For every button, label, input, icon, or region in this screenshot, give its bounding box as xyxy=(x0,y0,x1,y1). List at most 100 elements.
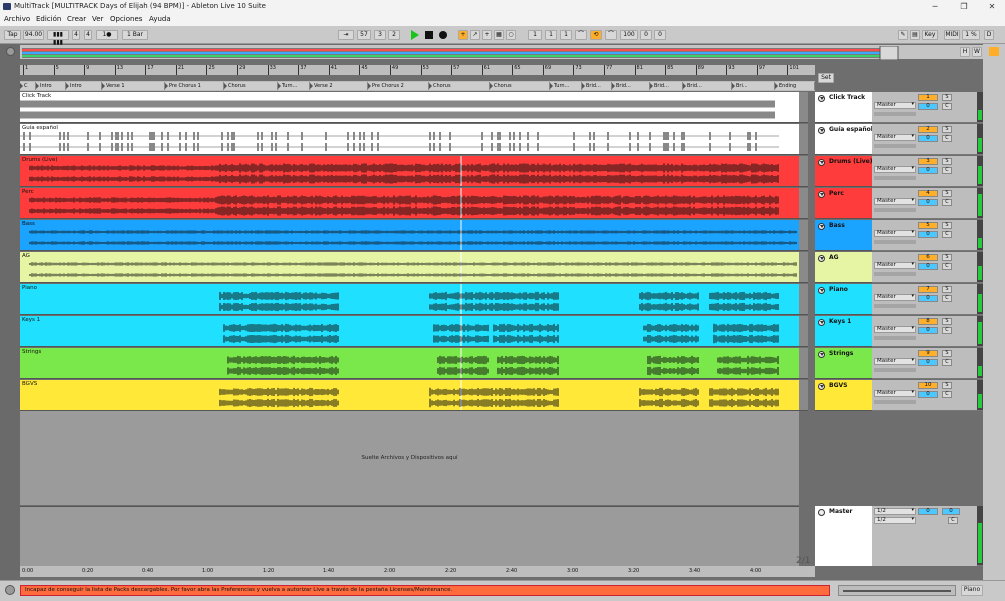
loop-start-bar[interactable]: 1 xyxy=(528,30,542,40)
track-activator-button[interactable]: 10 xyxy=(918,382,938,389)
loop-start-beat[interactable]: 1 xyxy=(545,30,557,40)
track-lane[interactable]: Click Track xyxy=(20,92,799,123)
track-lane[interactable]: BGVS xyxy=(20,380,799,411)
loop-start-sixteenth[interactable]: 1 xyxy=(560,30,572,40)
session-record-button[interactable]: ○ xyxy=(506,30,516,40)
fold-icon[interactable] xyxy=(818,351,825,358)
locator-marker[interactable]: C xyxy=(20,82,36,90)
track-activator-button[interactable]: 6 xyxy=(918,254,938,261)
solo-button[interactable]: S xyxy=(942,126,952,133)
close-button[interactable]: ✕ xyxy=(985,0,999,13)
computer-keyboard-button[interactable]: ▤ xyxy=(910,30,920,40)
play-icon[interactable] xyxy=(411,30,419,40)
follow-button[interactable]: ⇥ xyxy=(338,30,354,40)
output-routing-select[interactable]: Master xyxy=(874,294,916,301)
output-routing-select[interactable]: Master xyxy=(874,166,916,173)
capture-midi-button[interactable]: ▦ xyxy=(494,30,504,40)
fold-icon[interactable] xyxy=(818,95,825,102)
output-routing-select[interactable]: Master xyxy=(874,230,916,237)
cue-button[interactable]: C xyxy=(942,167,952,174)
record-icon[interactable] xyxy=(439,31,447,39)
fold-icon[interactable] xyxy=(818,223,825,230)
fold-icon[interactable] xyxy=(818,159,825,166)
track-activator-button[interactable]: 3 xyxy=(918,158,938,165)
menu-opciones[interactable]: Opciones xyxy=(110,13,142,26)
track-volume[interactable]: 0 xyxy=(918,103,938,110)
locator-marker[interactable]: Pre Chorus 1 xyxy=(165,82,224,90)
locator-marker[interactable]: Brid... xyxy=(582,82,612,90)
position-sixteenth[interactable]: 2 xyxy=(388,30,400,40)
status-message[interactable]: Incapaz de conseguir la lista de Packs d… xyxy=(20,585,830,596)
time-ruler[interactable]: 0:00 0:20 0:40 1:00 1:20 1:40 2:00 2:20 2:40 3:00… xyxy=(20,566,815,577)
midi-map-button[interactable]: MIDI xyxy=(944,30,960,40)
tempo-field[interactable]: 94.00 xyxy=(23,30,44,40)
set-button[interactable]: Set xyxy=(818,73,834,83)
fold-icon[interactable] xyxy=(818,383,825,390)
track-activator-button[interactable]: 5 xyxy=(918,222,938,229)
track-activator-button[interactable]: 8 xyxy=(918,318,938,325)
locator-marker[interactable]: Turn... xyxy=(550,82,582,90)
solo-button[interactable]: S xyxy=(942,286,952,293)
locator-marker[interactable]: Turn... xyxy=(278,82,310,90)
draw-mode-button[interactable]: ✎ xyxy=(898,30,908,40)
locator-marker[interactable]: Verse 2 xyxy=(310,82,368,90)
locator-marker[interactable]: Brid... xyxy=(650,82,683,90)
selected-track-label[interactable]: Piano xyxy=(961,585,983,596)
fold-icon[interactable] xyxy=(818,191,825,198)
fold-icon[interactable] xyxy=(818,319,825,326)
track-activator-button[interactable]: 2 xyxy=(918,126,938,133)
beat-time-ruler[interactable]: 1 5 9 13 17 21 25 29 33 37 41 45 49 53 57 61 65 69 73 77 81 8… xyxy=(20,65,815,75)
locator-marker[interactable]: Intro xyxy=(66,82,102,90)
track-volume[interactable]: 0 xyxy=(918,327,938,334)
overview-w-button[interactable]: W xyxy=(972,47,982,57)
locator-marker[interactable]: Intro xyxy=(36,82,66,90)
master-route-1[interactable]: 1/2 xyxy=(874,508,916,515)
browser-toggle-icon[interactable] xyxy=(6,47,15,56)
track-lane[interactable]: Strings xyxy=(20,348,799,379)
track-lane[interactable]: Bass xyxy=(20,220,799,251)
cue-button[interactable]: C xyxy=(942,359,952,366)
loop-length-sixteenth[interactable]: 0 xyxy=(654,30,666,40)
loop-length-bar[interactable]: 100 xyxy=(620,30,638,40)
menu-crear[interactable]: Crear xyxy=(67,13,86,26)
locator-marker[interactable]: Brid... xyxy=(612,82,650,90)
track-activator-button[interactable]: 7 xyxy=(918,286,938,293)
fold-icon[interactable] xyxy=(818,255,825,262)
track-volume[interactable]: 0 xyxy=(918,135,938,142)
master-cue-button[interactable]: C xyxy=(948,517,958,524)
routing-channel[interactable] xyxy=(874,336,916,340)
output-routing-select[interactable]: Master xyxy=(874,326,916,333)
locator-marker[interactable]: Chorus xyxy=(490,82,550,90)
solo-button[interactable]: S xyxy=(942,382,952,389)
cue-button[interactable]: C xyxy=(942,295,952,302)
track-volume[interactable]: 0 xyxy=(918,231,938,238)
output-routing-select[interactable]: Master xyxy=(874,102,916,109)
track-activator-button[interactable]: 1 xyxy=(918,94,938,101)
maximize-button[interactable]: ❐ xyxy=(957,0,971,13)
routing-channel[interactable] xyxy=(874,208,916,212)
solo-button[interactable]: S xyxy=(942,94,952,101)
metronome-button[interactable]: 1● xyxy=(96,30,118,40)
track-header[interactable]: Click Track xyxy=(815,92,872,123)
track-header[interactable]: Keys 1 xyxy=(815,316,872,347)
routing-channel[interactable] xyxy=(874,368,916,372)
locator-marker[interactable]: Pre Chorus 2 xyxy=(368,82,429,90)
menu-archivo[interactable]: Archivo xyxy=(4,13,30,26)
overdub-button[interactable]: + xyxy=(458,30,468,40)
routing-channel[interactable] xyxy=(874,112,916,116)
output-routing-select[interactable]: Master xyxy=(874,390,916,397)
track-lane[interactable]: AG xyxy=(20,252,799,283)
minimize-button[interactable]: ─ xyxy=(928,0,942,13)
track-volume[interactable]: 0 xyxy=(918,167,938,174)
locator-marker[interactable]: Chorus xyxy=(429,82,490,90)
track-lane[interactable]: Drums (Live) xyxy=(20,156,799,187)
output-routing-select[interactable]: Master xyxy=(874,198,916,205)
menu-ayuda[interactable]: Ayuda xyxy=(149,13,171,26)
routing-channel[interactable] xyxy=(874,240,916,244)
master-fold-icon[interactable] xyxy=(818,509,825,516)
output-routing-select[interactable]: Master xyxy=(874,358,916,365)
cue-button[interactable]: C xyxy=(942,263,952,270)
punch-in-button[interactable]: ⌒ xyxy=(575,30,587,40)
position-bar[interactable]: 57 xyxy=(357,30,371,40)
loop-switch-button[interactable]: ⟲ xyxy=(590,30,602,40)
